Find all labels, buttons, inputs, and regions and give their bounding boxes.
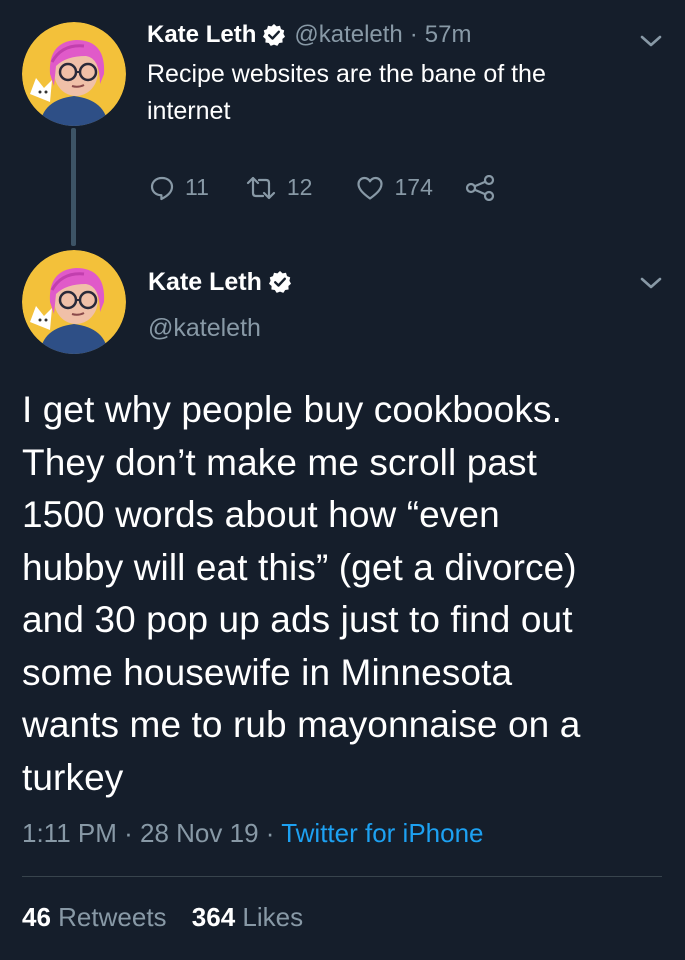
tweet-meta: 1:11 PM · 28 Nov 19 · Twitter for iPhone <box>22 816 484 850</box>
chevron-down-icon[interactable] <box>638 274 664 292</box>
retweets-label: Retweets <box>58 902 167 932</box>
separator-dot: · <box>116 818 141 848</box>
retweet-count: 12 <box>286 174 313 200</box>
verified-badge-icon <box>262 23 286 47</box>
tweet1-text-line: internet <box>147 97 231 125</box>
likes-count: 364 <box>191 902 236 932</box>
tweet2-text-line: and 30 pop up ads just to find out <box>22 599 573 640</box>
tweet-actions-bar: 11 12 174 <box>149 174 495 201</box>
thread-connector-line <box>71 128 76 246</box>
tweet2-text-line: I get why people buy cookbooks. <box>22 389 562 430</box>
share-button[interactable] <box>465 174 495 201</box>
divider <box>22 876 662 877</box>
tweet2-text-line: They don’t make me scroll past <box>22 441 538 483</box>
reply-count: 11 <box>185 174 209 200</box>
tweet2-text-line: turkey <box>22 756 124 798</box>
retweets-stat[interactable]: 46 Retweets <box>22 902 167 932</box>
tweet2-text-line: some housewife in Minnesota <box>22 651 513 693</box>
author-name[interactable]: Kate Leth <box>148 266 262 298</box>
tweet2-author-row: Kate Leth <box>148 266 300 298</box>
avatar[interactable] <box>22 22 126 126</box>
tweet-stats: 46 Retweets 364 Likes <box>22 900 303 934</box>
tweet2-text-line: hubby will eat this” (get a divorce) <box>22 546 577 588</box>
tweet2-text: I get why people buy cookbooks. They don… <box>22 384 672 804</box>
like-count: 174 <box>394 174 433 200</box>
retweet-icon <box>246 176 275 199</box>
author-name[interactable]: Kate Leth <box>147 20 256 50</box>
tweet-timestamp[interactable]: 57m <box>425 20 472 50</box>
likes-label: Likes <box>242 902 304 932</box>
heart-icon <box>357 176 384 200</box>
likes-stat[interactable]: 364 Likes <box>192 902 303 932</box>
tweet-source-link[interactable]: Twitter for iPhone <box>281 818 483 848</box>
retweet-button[interactable]: 12 <box>245 174 313 201</box>
separator-dot: · <box>409 21 418 48</box>
author-handle[interactable]: @kateleth <box>294 20 402 50</box>
tweet1-text-line: Recipe websites are the bane of the <box>147 60 546 88</box>
like-button[interactable]: 174 <box>356 174 433 201</box>
separator-dot: · <box>258 818 282 848</box>
share-icon <box>465 174 494 201</box>
tweet2-text-line: wants me to rub mayonnaise on a <box>22 704 581 745</box>
chevron-down-icon[interactable] <box>638 32 664 50</box>
tweet1-header: Kate Leth @kateleth · 57m <box>147 20 471 50</box>
reply-icon <box>150 176 174 200</box>
verified-badge-icon <box>268 270 292 294</box>
reply-button[interactable]: 11 <box>149 174 209 201</box>
retweets-count: 46 <box>22 902 51 932</box>
tweet-time: 1:11 PM <box>22 818 117 848</box>
avatar[interactable] <box>22 250 126 354</box>
tweet-date: 28 Nov 19 <box>140 818 259 848</box>
tweet1-text: Recipe websites are the bane of the inte… <box>147 56 647 130</box>
author-handle[interactable]: @kateleth <box>148 312 261 344</box>
tweet2-text-line: 1500 words about how “even <box>22 494 500 535</box>
